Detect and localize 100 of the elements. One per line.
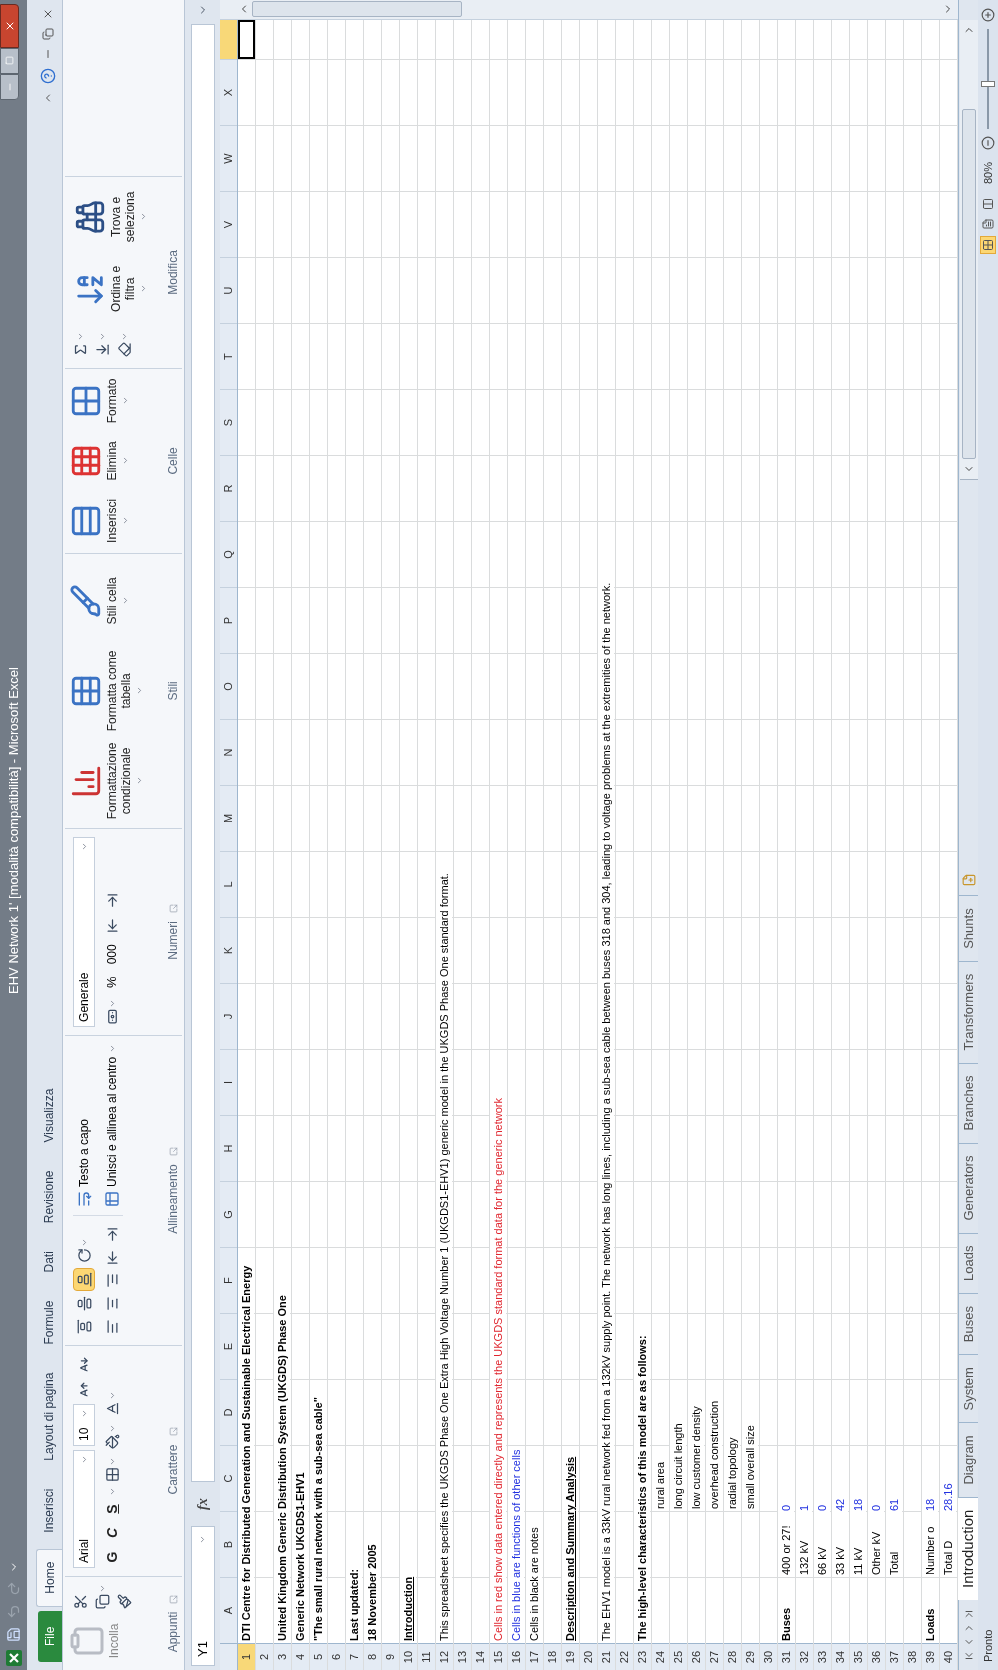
font-style-button[interactable]: S bbox=[101, 1498, 123, 1520]
row-header[interactable]: 32 bbox=[796, 1643, 813, 1670]
row-header[interactable]: 37 bbox=[886, 1643, 903, 1670]
column-header[interactable]: Q bbox=[220, 521, 237, 587]
merge-button[interactable]: Unisci e allinea al centro bbox=[101, 1043, 123, 1207]
row-header[interactable]: 26 bbox=[688, 1643, 705, 1670]
row-header[interactable]: 27 bbox=[706, 1643, 723, 1670]
row-header[interactable]: 20 bbox=[580, 1643, 597, 1670]
row-header[interactable]: 3 bbox=[274, 1643, 291, 1670]
first-sheet-icon[interactable] bbox=[962, 1650, 975, 1662]
help-icon[interactable] bbox=[40, 68, 56, 84]
font-size-field[interactable]: 10 bbox=[73, 1404, 95, 1446]
ribbon-tab[interactable]: Revisione bbox=[36, 1158, 62, 1236]
row-header[interactable]: 6 bbox=[328, 1643, 345, 1670]
column-header[interactable]: L bbox=[220, 851, 237, 917]
zoom-level[interactable]: 80% bbox=[979, 154, 997, 193]
percent-button[interactable]: % bbox=[101, 972, 123, 992]
sheet-tab[interactable]: Introduction bbox=[958, 1496, 978, 1600]
row-header[interactable]: 1 bbox=[238, 1643, 255, 1670]
row-header[interactable]: 36 bbox=[868, 1643, 885, 1670]
ribbon-tab[interactable]: Dati bbox=[36, 1239, 62, 1285]
column-header[interactable]: R bbox=[220, 455, 237, 521]
zoom-in-icon[interactable] bbox=[981, 8, 995, 22]
close-button[interactable] bbox=[0, 4, 19, 48]
formula-input[interactable] bbox=[190, 24, 215, 1483]
ribbon-button[interactable]: Elimina bbox=[65, 432, 130, 489]
row-header[interactable]: 5 bbox=[310, 1643, 327, 1670]
ribbon-button[interactable]: Stili cella bbox=[65, 557, 144, 644]
horizontal-scrollbar[interactable] bbox=[959, 20, 978, 480]
wrap-text-button[interactable]: Testo a capo bbox=[73, 1043, 95, 1207]
column-header[interactable]: I bbox=[220, 1049, 237, 1115]
row-header[interactable]: 13 bbox=[454, 1643, 471, 1670]
column-header[interactable]: M bbox=[220, 785, 237, 851]
minimize-button[interactable] bbox=[0, 74, 19, 100]
selected-cell[interactable] bbox=[238, 20, 255, 59]
row-header[interactable]: 19 bbox=[562, 1643, 579, 1670]
column-header[interactable]: E bbox=[220, 1313, 237, 1379]
row-header[interactable]: 28 bbox=[724, 1643, 741, 1670]
column-header[interactable]: W bbox=[220, 125, 237, 191]
ribbon-button[interactable]: Trova e seleziona bbox=[69, 184, 148, 249]
vertical-align-button[interactable] bbox=[73, 1268, 95, 1291]
row-header[interactable]: 33 bbox=[814, 1643, 831, 1670]
row-header[interactable]: 16 bbox=[508, 1643, 525, 1670]
row-header[interactable]: 22 bbox=[616, 1643, 633, 1670]
column-header[interactable]: U bbox=[220, 257, 237, 323]
column-header[interactable]: B bbox=[220, 1511, 237, 1577]
save-icon[interactable] bbox=[6, 1627, 21, 1642]
restore-workbook-icon[interactable] bbox=[42, 28, 54, 40]
file-tab[interactable]: File bbox=[38, 1610, 62, 1662]
maximize-button[interactable] bbox=[0, 48, 19, 74]
name-box[interactable]: Y1 bbox=[190, 1526, 215, 1666]
row-header[interactable]: 23 bbox=[634, 1643, 651, 1670]
column-header[interactable]: D bbox=[220, 1379, 237, 1445]
zoom-slider[interactable] bbox=[981, 26, 995, 132]
column-header[interactable]: G bbox=[220, 1181, 237, 1247]
view-button[interactable] bbox=[980, 236, 996, 255]
number-format-field[interactable]: Generale bbox=[73, 836, 95, 1027]
row-header[interactable]: 14 bbox=[472, 1643, 489, 1670]
vertical-scrollbar[interactable] bbox=[220, 0, 958, 20]
row-header[interactable]: 7 bbox=[346, 1643, 363, 1670]
ribbon-button[interactable]: Ordina e filtra bbox=[69, 256, 148, 321]
column-header[interactable]: F bbox=[220, 1247, 237, 1313]
ribbon-button[interactable]: Inserisci bbox=[65, 492, 130, 549]
row-header[interactable]: 12 bbox=[436, 1643, 453, 1670]
close-workbook-icon[interactable] bbox=[42, 8, 54, 20]
ribbon-tab[interactable]: Visualizza bbox=[36, 1076, 62, 1155]
row-header[interactable]: 8 bbox=[364, 1643, 381, 1670]
column-header[interactable]: V bbox=[220, 191, 237, 257]
row-header[interactable]: 35 bbox=[850, 1643, 867, 1670]
column-header[interactable]: H bbox=[220, 1115, 237, 1181]
row-header[interactable]: 10 bbox=[400, 1643, 417, 1670]
column-header[interactable]: P bbox=[220, 587, 237, 653]
ribbon-tab[interactable]: Home bbox=[36, 1548, 62, 1607]
column-header[interactable]: J bbox=[220, 983, 237, 1049]
row-header[interactable]: 21 bbox=[598, 1643, 615, 1670]
row-header[interactable]: 4 bbox=[292, 1643, 309, 1670]
row-header[interactable]: 30 bbox=[760, 1643, 777, 1670]
ribbon-button[interactable]: Formatta come tabella bbox=[65, 647, 144, 734]
slider-thumb[interactable] bbox=[981, 81, 995, 87]
scroll-thumb[interactable] bbox=[252, 1, 462, 18]
row-header[interactable]: 24 bbox=[652, 1643, 669, 1670]
column-header[interactable]: T bbox=[220, 323, 237, 389]
font-style-button[interactable]: G bbox=[101, 1546, 123, 1568]
row-header[interactable]: 39 bbox=[922, 1643, 939, 1670]
font-name-field[interactable]: Arial bbox=[73, 1450, 95, 1568]
scroll-thumb[interactable] bbox=[961, 109, 976, 459]
ribbon-tab[interactable]: Formule bbox=[36, 1288, 62, 1357]
column-header[interactable]: A bbox=[220, 1577, 237, 1643]
row-header[interactable]: 31 bbox=[778, 1643, 795, 1670]
row-header[interactable]: 2 bbox=[256, 1643, 273, 1670]
column-header[interactable]: O bbox=[220, 653, 237, 719]
function-label[interactable]: fx bbox=[192, 1490, 213, 1518]
row-header[interactable]: 40 bbox=[940, 1643, 957, 1670]
ribbon-tab[interactable]: Layout di pagina bbox=[36, 1360, 62, 1473]
ribbon-tab[interactable]: Inserisci bbox=[36, 1476, 62, 1545]
ribbon-button[interactable]: Formato bbox=[65, 372, 130, 429]
row-header[interactable]: 9 bbox=[382, 1643, 399, 1670]
row-header[interactable]: 25 bbox=[670, 1643, 687, 1670]
row-header[interactable]: 11 bbox=[418, 1643, 435, 1670]
column-header[interactable]: K bbox=[220, 917, 237, 983]
